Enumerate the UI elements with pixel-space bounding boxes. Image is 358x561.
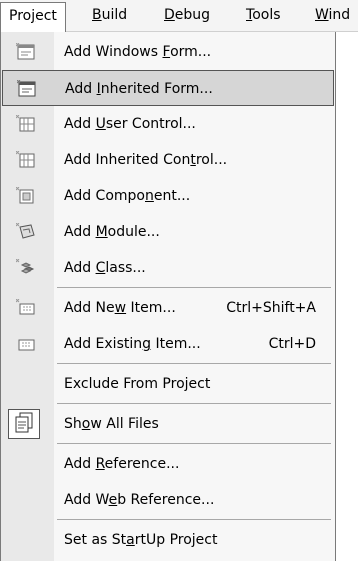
menu-build-label-post: uild (101, 7, 128, 23)
menu-item-add-reference[interactable]: Add Reference... (2, 446, 334, 482)
menu-item-label: Add Component... (64, 188, 191, 204)
new-item-icon (15, 298, 36, 317)
menu-tools-label-post: ools (252, 7, 281, 23)
module-icon (15, 222, 36, 241)
screenshot-frame: Project Build Debug Tools Wind Add Windo… (0, 0, 358, 561)
menu-item-add-existing-item[interactable]: Add Existing Item... Ctrl+D (2, 326, 334, 362)
menu-item-add-class[interactable]: Add Class... (2, 250, 334, 286)
menu-separator (57, 403, 331, 404)
menu-bar: Project Build Debug Tools Wind (0, 0, 358, 33)
inherited-form-icon (16, 79, 37, 98)
inherited-control-icon (15, 150, 36, 169)
menu-item-label: Add Inherited Control... (64, 152, 228, 168)
menu-separator (57, 287, 331, 288)
menu-item-add-module[interactable]: Add Module... (2, 214, 334, 250)
existing-item-icon (16, 335, 36, 353)
shortcut-label: Ctrl+Shift+A (226, 300, 316, 316)
menu-item-add-inherited-form[interactable]: Add Inherited Form... (2, 70, 334, 106)
menu-window[interactable]: Wind (307, 2, 358, 29)
component-icon (15, 186, 36, 205)
menu-item-label: Add Inherited Form... (65, 81, 213, 97)
menu-debug-label-post: ebug (174, 7, 211, 23)
menu-item-add-new-item[interactable]: Add New Item... Ctrl+Shift+A (2, 290, 334, 326)
menu-debug-mnemonic: D (164, 7, 175, 23)
menu-separator (57, 519, 331, 520)
menu-window-label-post: ind (328, 7, 351, 23)
menu-item-label: Add Web Reference... (64, 492, 215, 508)
menu-item-label: Exclude From Project (64, 376, 211, 392)
menu-item-label: Add Windows Form... (64, 44, 212, 60)
menu-item-label: Set as StartUp Project (64, 532, 218, 548)
menu-item-add-web-reference[interactable]: Add Web Reference... (2, 482, 334, 518)
menu-project[interactable]: Project (0, 2, 66, 33)
show-all-files-toggle (8, 409, 40, 439)
menu-separator (57, 443, 331, 444)
menu-item-label: Add Existing Item... (64, 336, 201, 352)
windows-form-icon (15, 42, 36, 61)
menu-item-add-windows-form[interactable]: Add Windows Form... (2, 34, 334, 70)
menu-item-label: Add Module... (64, 224, 160, 240)
menu-item-label: Add Reference... (64, 456, 180, 472)
files-icon (15, 412, 33, 433)
menu-item-add-user-control[interactable]: Add User Control... (2, 106, 334, 142)
menu-item-set-as-startup-project[interactable]: Set as StartUp Project (2, 522, 334, 558)
menu-separator (57, 363, 331, 364)
menu-project-label-pre: Pro (9, 8, 32, 24)
menu-item-label: Add User Control... (64, 116, 196, 132)
menu-item-show-all-files[interactable]: Show All Files (2, 406, 334, 442)
project-dropdown-menu: Add Windows Form... Add Inherited Form..… (0, 32, 336, 561)
menu-item-label: Show All Files (64, 416, 159, 432)
user-control-icon (15, 114, 36, 133)
menu-debug[interactable]: Debug (156, 2, 218, 29)
menu-build[interactable]: Build (84, 2, 135, 29)
menu-item-add-component[interactable]: Add Component... (2, 178, 334, 214)
menu-build-mnemonic: B (92, 7, 102, 23)
class-icon (15, 258, 36, 277)
menu-item-exclude-from-project[interactable]: Exclude From Project (2, 366, 334, 402)
shortcut-label: Ctrl+D (268, 336, 316, 352)
menu-item-add-inherited-control[interactable]: Add Inherited Control... (2, 142, 334, 178)
menu-item-label: Add New Item... (64, 300, 176, 316)
menu-project-label-post: ect (35, 8, 57, 24)
menu-item-label: Add Class... (64, 260, 146, 276)
menu-tools[interactable]: Tools (238, 2, 289, 29)
menu-window-mnemonic: W (315, 7, 329, 23)
